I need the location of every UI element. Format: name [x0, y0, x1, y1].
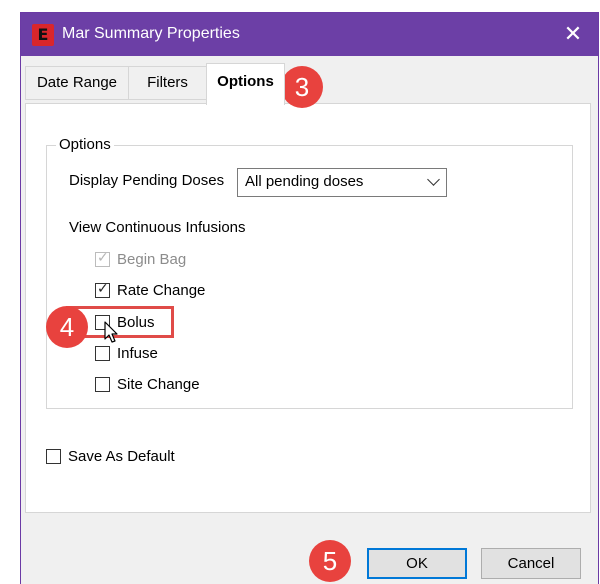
checkbox-label: Infuse — [117, 345, 158, 362]
tab-filters[interactable]: Filters — [128, 66, 207, 100]
app-logo-icon: E — [32, 24, 54, 46]
title-bar[interactable]: E Mar Summary Properties ✕ — [21, 13, 598, 56]
close-button[interactable]: ✕ — [560, 20, 586, 48]
close-icon: ✕ — [563, 21, 583, 46]
continuous-infusions-label: View Continuous Infusions — [69, 219, 246, 236]
checkmark-icon: ✓ — [97, 280, 109, 296]
checkbox-label: Site Change — [117, 376, 200, 393]
tab-date-range[interactable]: Date Range — [25, 66, 129, 100]
pending-doses-value: All pending doses — [245, 173, 364, 190]
window-title: Mar Summary Properties — [62, 25, 240, 42]
checkbox-label: Begin Bag — [117, 251, 187, 268]
checkbox-box: ✓ — [95, 280, 110, 298]
mouse-pointer-icon — [104, 321, 118, 343]
cancel-button[interactable]: Cancel — [481, 548, 581, 579]
options-groupbox: Options Display Pending Doses All pendin… — [46, 136, 573, 409]
callout-step-4: 4 — [46, 306, 88, 348]
checkbox-box — [95, 346, 110, 361]
checkbox-label: Save As Default — [68, 448, 175, 465]
checkbox-box: ✓ — [95, 249, 110, 267]
tab-options[interactable]: Options — [206, 63, 285, 105]
pending-doses-label: Display Pending Doses — [69, 172, 225, 189]
chevron-down-icon — [427, 173, 440, 186]
checkbox-box — [95, 377, 110, 392]
ok-button[interactable]: OK — [367, 548, 467, 579]
checkbox-label: Rate Change — [117, 282, 206, 299]
checkmark-icon: ✓ — [97, 249, 109, 265]
callout-step-3: 3 — [281, 66, 323, 108]
options-group-legend: Options — [56, 136, 114, 153]
callout-step-5: 5 — [309, 540, 351, 582]
pending-doses-select[interactable]: All pending doses — [237, 168, 447, 197]
checkbox-box — [46, 449, 61, 464]
